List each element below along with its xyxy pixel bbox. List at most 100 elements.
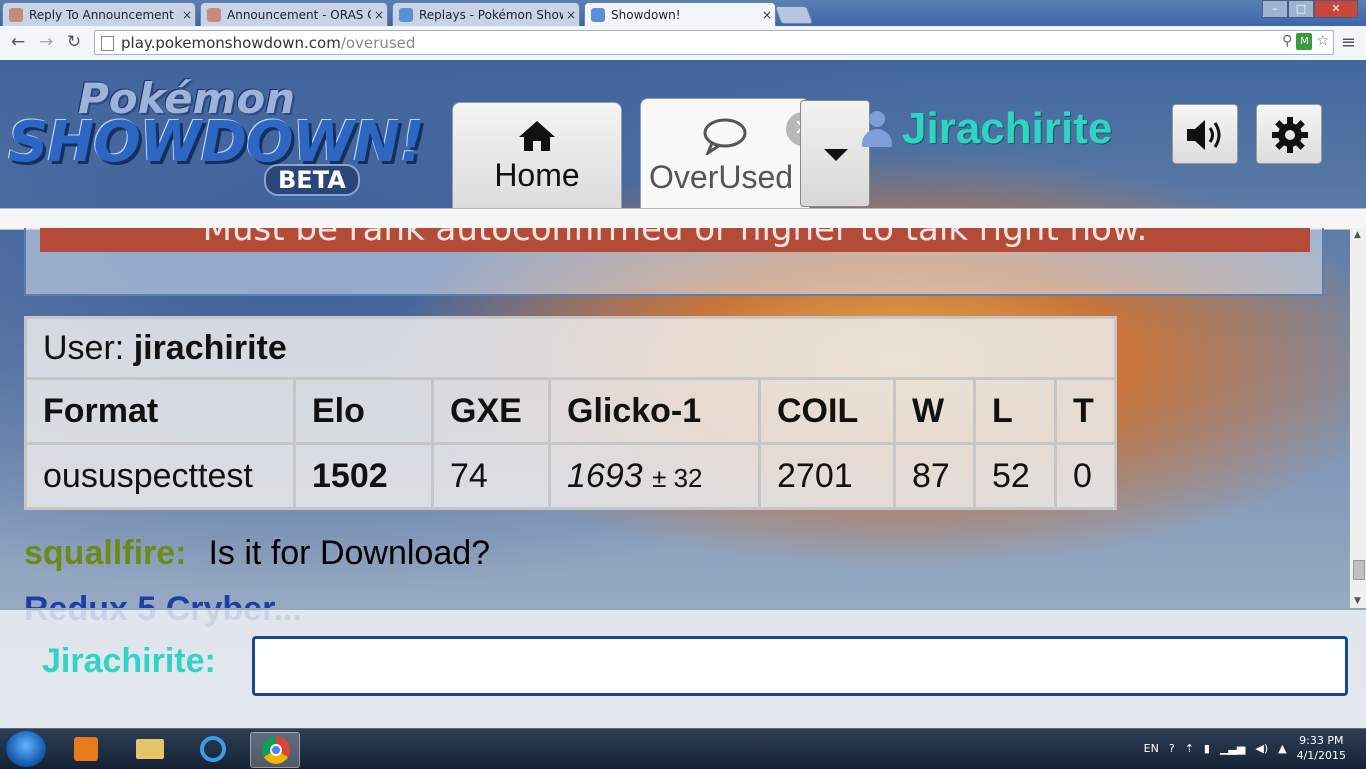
chat-message: squallfire: Is it for Download?	[24, 534, 490, 573]
back-icon[interactable]: ←	[8, 32, 28, 52]
close-icon[interactable]: ×	[371, 8, 387, 22]
browser-tab-label: Showdown!	[611, 7, 681, 22]
address-bar[interactable]: play.pokemonshowdown.com/overused ⚲ M ☆	[94, 30, 1334, 55]
username[interactable]: Jirachirite	[902, 104, 1112, 154]
format-cell: oususpecttest	[24, 442, 296, 510]
column-header: GXE	[431, 377, 551, 445]
wins-cell: 87	[893, 442, 976, 510]
address-url[interactable]: play.pokemonshowdown.com/overused	[121, 34, 415, 52]
system-tray: EN ? ⇡ ▮ ▁▃▅ ◀) ▲ 9:33 PM 4/1/2015	[1144, 733, 1346, 763]
language-indicator[interactable]: EN	[1144, 742, 1159, 755]
notice-box: Must be rank autoconfirmed or higher to …	[24, 228, 1324, 296]
zoom-icon[interactable]: ⚲	[1282, 33, 1292, 50]
browser-toolbar: ← → ↻ play.pokemonshowdown.com/overused …	[0, 26, 1366, 61]
column-header: L	[973, 377, 1057, 445]
start-button[interactable]	[6, 731, 46, 767]
browser-tab-strip: Reply To Announcement × Announcement - O…	[0, 0, 1366, 26]
browser-tab-announcement[interactable]: Announcement - ORAS O ×	[200, 2, 388, 26]
media-player-taskbar-icon[interactable]	[62, 732, 110, 766]
extension-shield-icon[interactable]: M	[1296, 33, 1313, 50]
rank-notice: Must be rank autoconfirmed or higher to …	[40, 228, 1310, 252]
glicko-cell: 1693 ± 32	[548, 442, 761, 510]
header-divider	[0, 208, 1366, 230]
user-icon	[862, 111, 892, 147]
browser-tab-showdown[interactable]: Showdown! ×	[584, 2, 776, 26]
scroll-down-icon[interactable]: ▼	[1354, 596, 1361, 606]
browser-tab-label: Replays - Pokémon Showd	[419, 7, 563, 22]
rank-username[interactable]: jirachirite	[134, 329, 287, 367]
tray-arrow-icon[interactable]: ⇡	[1185, 742, 1194, 755]
bookmark-star-icon[interactable]: ☆	[1316, 33, 1329, 50]
column-header: COIL	[758, 377, 896, 445]
forum-favicon-icon	[9, 7, 23, 22]
tab-overused[interactable]: OverUsed	[640, 98, 810, 208]
gxe-cell: 74	[431, 442, 551, 510]
gear-icon	[1272, 117, 1308, 153]
site-header: Pokémon SHOWDOWN! BETA Home OverUsed ✕ J…	[0, 60, 1366, 208]
windows-taskbar: EN ? ⇡ ▮ ▁▃▅ ◀) ▲ 9:33 PM 4/1/2015	[0, 728, 1366, 769]
showdown-page: Pokémon SHOWDOWN! BETA Home OverUsed ✕ J…	[0, 60, 1366, 728]
user-menu[interactable]: Jirachirite	[862, 104, 1112, 154]
chat-username[interactable]: squallfire:	[24, 534, 186, 572]
chrome-taskbar-icon[interactable]	[250, 732, 300, 768]
close-icon[interactable]: ×	[759, 8, 775, 22]
chevron-down-icon	[824, 149, 848, 161]
settings-button[interactable]	[1256, 104, 1322, 164]
maximize-button[interactable]: □	[1288, 0, 1314, 18]
chat-input[interactable]	[252, 636, 1348, 696]
internet-explorer-taskbar-icon[interactable]	[188, 732, 236, 766]
showdown-favicon-icon	[399, 7, 413, 22]
scroll-up-icon[interactable]: ▲	[1354, 230, 1361, 240]
column-header: Elo	[293, 377, 434, 445]
volume-icon	[1187, 120, 1221, 150]
column-header: Format	[24, 377, 296, 445]
help-icon[interactable]: ?	[1169, 742, 1175, 755]
losses-cell: 52	[973, 442, 1057, 510]
compose-username: Jirachirite:	[42, 642, 216, 680]
new-tab-button[interactable]	[774, 6, 814, 24]
browser-tab-label: Reply To Announcement	[29, 7, 174, 22]
browser-tab-replays[interactable]: Replays - Pokémon Showd ×	[392, 2, 580, 26]
room-dropdown-button[interactable]	[800, 100, 870, 207]
tab-home-label: Home	[494, 157, 580, 193]
user-cell: User: jirachirite	[24, 316, 1117, 380]
table-row: User: jirachirite	[24, 316, 1117, 380]
page-icon	[101, 36, 114, 51]
coil-cell: 2701	[758, 442, 896, 510]
chat-scrollbar[interactable]: ▲ ▼	[1350, 228, 1366, 608]
minimize-button[interactable]: –	[1262, 0, 1288, 18]
close-icon[interactable]: ×	[179, 8, 195, 22]
chat-compose: Jirachirite:	[0, 608, 1366, 728]
column-header: T	[1054, 377, 1117, 445]
browser-tab-reply-announcement[interactable]: Reply To Announcement ×	[2, 2, 196, 26]
browser-tab-label: Announcement - ORAS O	[227, 7, 371, 22]
ties-cell: 0	[1054, 442, 1117, 510]
explorer-taskbar-icon[interactable]	[126, 732, 174, 766]
volume-tray-icon[interactable]: ◀)	[1255, 742, 1268, 755]
scroll-thumb[interactable]	[1353, 560, 1365, 580]
table-row: oususpecttest 1502 74 1693 ± 32 2701 87 …	[24, 442, 1117, 510]
chat-text: Is it for Download?	[208, 534, 491, 572]
drive-icon[interactable]: ▲	[1278, 742, 1286, 755]
column-header: Glicko-1	[548, 377, 761, 445]
elo-cell: 1502	[293, 442, 434, 510]
table-header-row: Format Elo GXE Glicko-1 COIL W L T	[24, 377, 1117, 445]
showdown-favicon-icon	[591, 7, 605, 22]
showdown-logo[interactable]: Pokémon SHOWDOWN! BETA	[8, 70, 438, 200]
signal-icon[interactable]: ▁▃▅	[1220, 742, 1245, 755]
sound-button[interactable]	[1172, 104, 1238, 164]
browser-menu-icon[interactable]: ≡	[1341, 32, 1356, 53]
network-icon[interactable]: ▮	[1204, 742, 1210, 755]
window-close-button[interactable]: ✕	[1314, 0, 1358, 18]
close-icon[interactable]: ×	[563, 8, 579, 22]
clock[interactable]: 9:33 PM 4/1/2015	[1297, 733, 1346, 763]
home-icon	[519, 121, 555, 151]
tab-home[interactable]: Home	[452, 102, 622, 208]
column-header: W	[893, 377, 976, 445]
window-controls: – □ ✕	[1262, 0, 1358, 18]
forum-favicon-icon	[207, 7, 221, 22]
chat-bubble-icon	[703, 118, 747, 157]
reload-icon[interactable]: ↻	[64, 32, 84, 52]
forward-icon[interactable]: →	[36, 32, 56, 52]
ladder-rank-table: User: jirachirite Format Elo GXE Glicko-…	[24, 316, 1117, 510]
